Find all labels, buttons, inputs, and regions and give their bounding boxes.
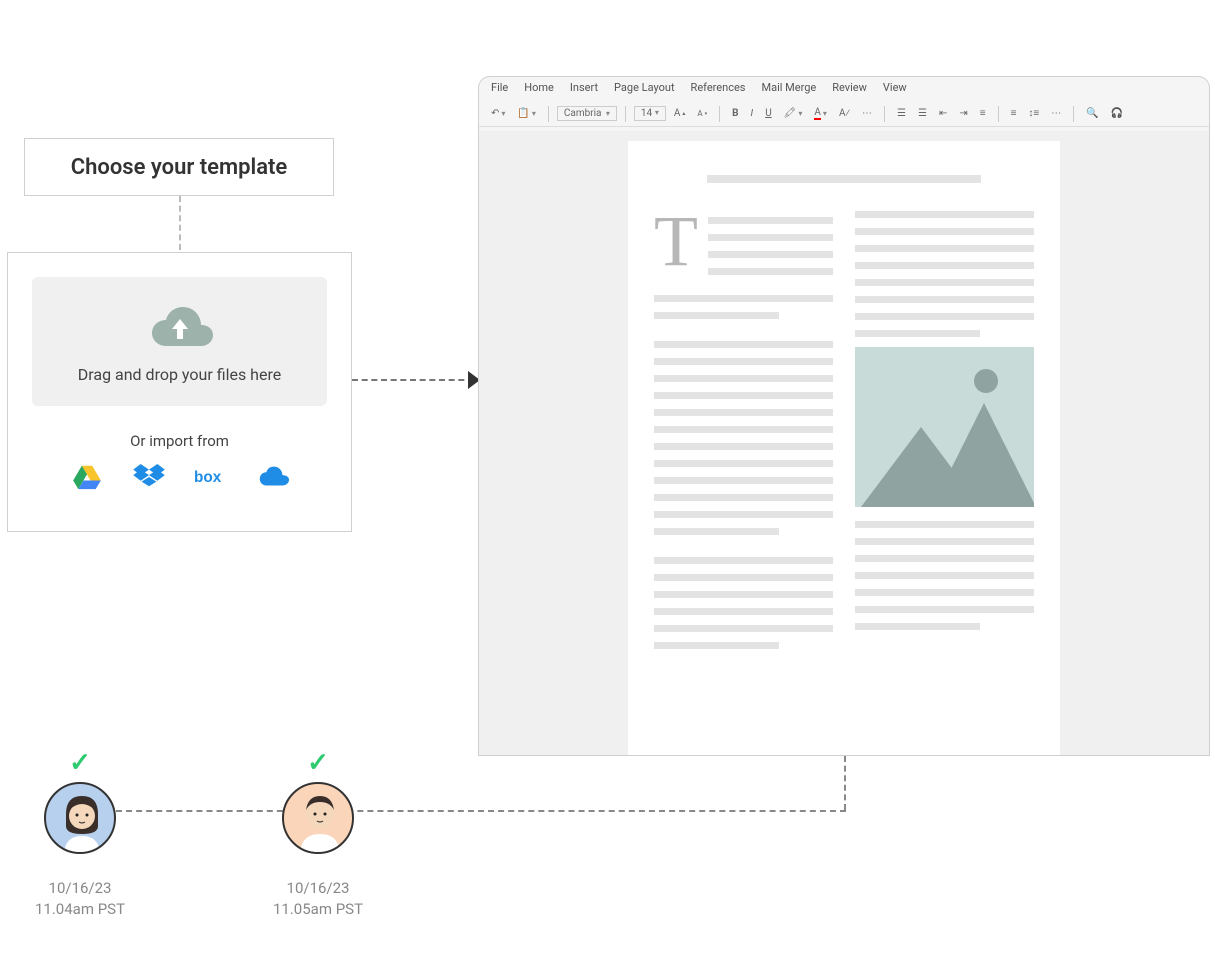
bullet-list-icon[interactable]: ☰	[893, 106, 910, 121]
check-icon: ✓	[238, 748, 398, 778]
google-drive-icon[interactable]	[70, 464, 104, 490]
clipboard-icon[interactable]: 📋▾	[513, 106, 539, 121]
align-icon[interactable]: ≡	[976, 106, 990, 121]
font-name-select[interactable]: Cambria▾	[557, 106, 617, 121]
approver-2-time: 11.05am PST	[238, 899, 398, 920]
import-from-label: Or import from	[32, 432, 327, 450]
clear-format-icon[interactable]: A⁄	[835, 106, 854, 121]
approver-1: ✓ 10/16/23 11.04am PST	[0, 748, 160, 920]
avatar-female	[44, 782, 116, 854]
approver-1-name	[0, 862, 160, 878]
choose-template-box: Choose your template	[24, 138, 334, 196]
doc-title-placeholder	[707, 175, 981, 183]
upload-panel: Drag and drop your files here Or import …	[7, 252, 352, 532]
approver-2-name	[238, 862, 398, 878]
menu-home[interactable]: Home	[524, 81, 554, 97]
search-icon[interactable]: 🔍	[1082, 106, 1102, 121]
avatar-male	[282, 782, 354, 854]
connector-bottom-horizontal	[116, 810, 846, 812]
editor-menubar: File Home Insert Page Layout References …	[479, 77, 1209, 101]
svg-text:box: box	[194, 469, 222, 486]
italic-icon[interactable]: I	[747, 106, 758, 121]
onedrive-icon[interactable]	[256, 464, 290, 490]
number-list-icon[interactable]: ☰	[914, 106, 931, 121]
more-font-icon[interactable]: ⋯	[858, 106, 876, 121]
doc-column-right	[855, 211, 1034, 659]
outdent-icon[interactable]: ⇤	[935, 106, 951, 121]
approver-1-date: 10/16/23	[0, 878, 160, 899]
headphones-icon[interactable]: 🎧	[1107, 106, 1127, 121]
editor-toolbar: ↶▾ 📋▾ Cambria▾ 14▾ A▴ A▾ B I U 🖍▾ A▾ A⁄ …	[479, 101, 1209, 127]
box-icon[interactable]: box	[194, 464, 228, 490]
document-page: T	[628, 141, 1060, 756]
menu-page-layout[interactable]: Page Layout	[614, 81, 675, 97]
check-icon: ✓	[0, 748, 160, 778]
underline-icon[interactable]: U	[761, 106, 775, 121]
highlight-icon[interactable]: 🖍▾	[780, 106, 807, 121]
editor-canvas: T	[479, 131, 1209, 755]
undo-icon[interactable]: ↶▾	[487, 106, 509, 121]
drop-zone[interactable]: Drag and drop your files here	[32, 277, 327, 406]
font-shrink-icon[interactable]: A▾	[693, 107, 711, 120]
doc-column-left: T	[654, 211, 833, 659]
font-color-icon[interactable]: A▾	[810, 105, 831, 122]
connector-arrow-line	[352, 379, 474, 381]
dropcap-letter: T	[654, 211, 698, 285]
document-editor-window: File Home Insert Page Layout References …	[478, 76, 1210, 756]
cloud-upload-icon	[145, 301, 215, 351]
choose-template-title: Choose your template	[71, 155, 288, 180]
approver-2-date: 10/16/23	[238, 878, 398, 899]
connector-line	[179, 196, 181, 250]
menu-insert[interactable]: Insert	[570, 81, 598, 97]
drop-zone-text: Drag and drop your files here	[78, 365, 281, 384]
more-para-icon[interactable]: ⋯	[1047, 106, 1065, 121]
line-spacing-icon[interactable]: ↕≡	[1024, 106, 1043, 121]
indent-icon[interactable]: ⇥	[955, 106, 971, 121]
menu-view[interactable]: View	[883, 81, 907, 97]
align-left-icon[interactable]: ≡	[1007, 106, 1021, 121]
menu-review[interactable]: Review	[832, 81, 867, 97]
image-placeholder	[855, 347, 1034, 507]
approver-1-time: 11.04am PST	[0, 899, 160, 920]
font-size-select[interactable]: 14▾	[634, 106, 666, 121]
font-grow-icon[interactable]: A▴	[670, 106, 690, 121]
import-sources-row: box	[32, 464, 327, 490]
menu-references[interactable]: References	[691, 81, 746, 97]
bold-icon[interactable]: B	[728, 106, 742, 121]
connector-editor-down	[844, 756, 846, 810]
menu-mail-merge[interactable]: Mail Merge	[762, 81, 817, 97]
menu-file[interactable]: File	[491, 81, 508, 97]
approver-2: ✓ 10/16/23 11.05am PST	[238, 748, 398, 920]
dropbox-icon[interactable]	[132, 464, 166, 490]
